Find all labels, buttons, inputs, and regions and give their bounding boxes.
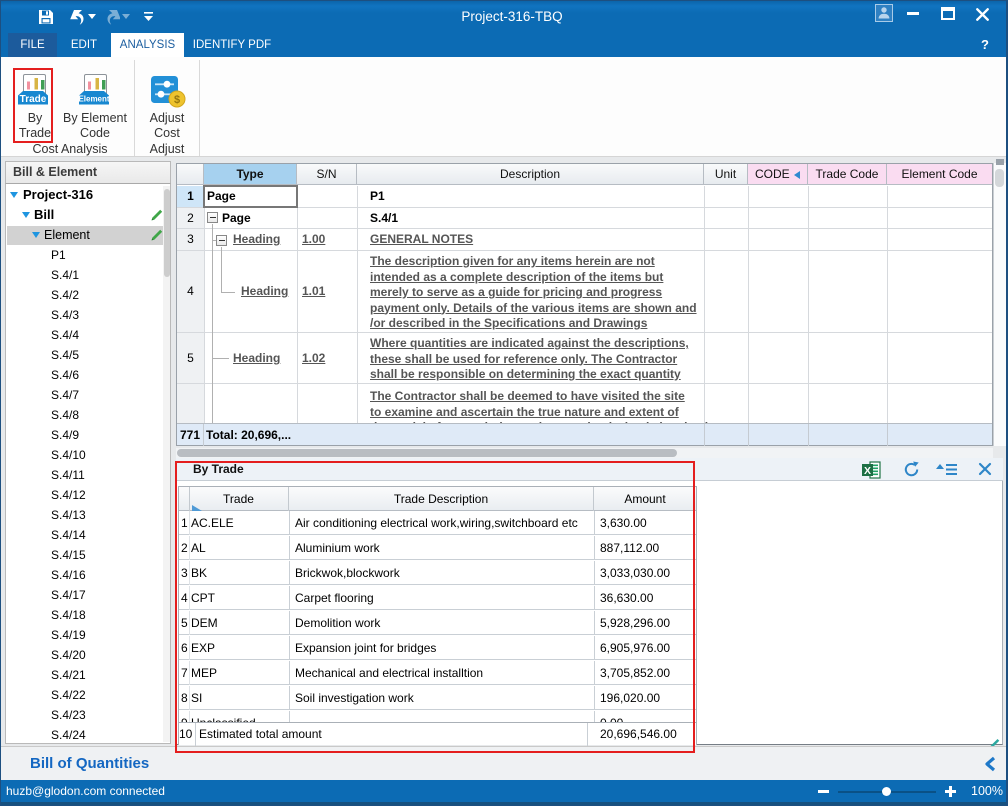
svg-text:$: $	[174, 94, 180, 106]
svg-text:X: X	[864, 465, 871, 477]
svg-text:Element: Element	[79, 95, 109, 104]
